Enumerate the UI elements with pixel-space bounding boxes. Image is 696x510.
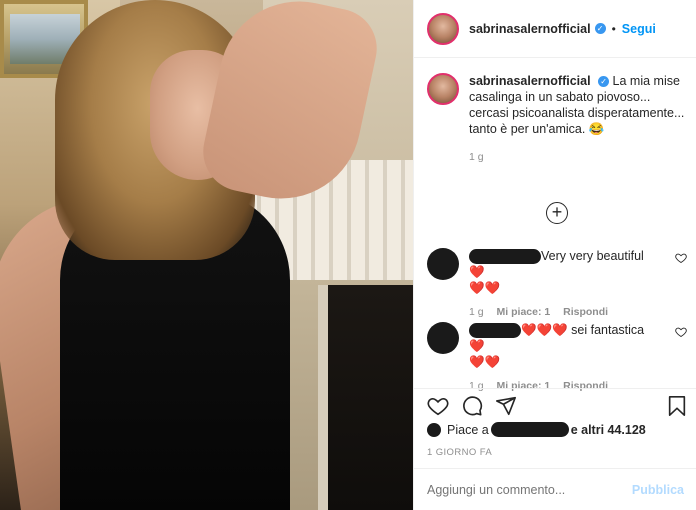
comment-body-line2: ❤️❤️	[469, 355, 501, 370]
redacted-username[interactable]	[469, 249, 541, 265]
comment-avatar[interactable]	[427, 322, 459, 354]
comment-composer: Pubblica	[414, 468, 696, 510]
caption-avatar[interactable]	[427, 73, 459, 105]
comment-input[interactable]	[427, 482, 632, 497]
comment-body-line2: ❤️❤️	[469, 281, 501, 296]
header-separator: •	[611, 21, 616, 36]
plus-circle-icon[interactable]: +	[546, 202, 568, 224]
post-button[interactable]: Pubblica	[632, 483, 684, 497]
comment-avatar[interactable]	[427, 248, 459, 280]
redacted-username[interactable]	[469, 323, 521, 339]
comment-item: Very very beautiful ❤️ ❤️❤️ 1 g Mi piace…	[427, 248, 689, 318]
likes-prefix: Piace a	[447, 422, 489, 437]
likes-summary: Piace a e altri 44.128	[427, 422, 689, 437]
heart-icon[interactable]	[675, 326, 687, 338]
caption-text: sabrinasalernofficial ✓ La mia mise casa…	[469, 73, 689, 137]
avatar[interactable]	[427, 12, 459, 45]
post-panel: sabrinasalernofficial ✓ • Segui sabrinas…	[413, 0, 696, 510]
action-bar	[414, 388, 696, 424]
post-photo[interactable]	[0, 0, 413, 510]
verified-badge-icon: ✓	[594, 23, 606, 34]
heart-icon[interactable]	[427, 395, 449, 417]
username-link[interactable]: sabrinasalernofficial	[469, 22, 591, 36]
share-icon[interactable]	[495, 395, 517, 417]
verified-badge-icon: ✓	[598, 76, 610, 88]
comment-icon[interactable]	[461, 395, 483, 417]
redacted-username[interactable]	[490, 422, 569, 437]
comment-text: Very very beautiful ❤️ ❤️❤️	[469, 248, 659, 296]
liker-avatar[interactable]	[427, 422, 441, 437]
bookmark-icon[interactable]	[666, 395, 688, 417]
comment-hearts: ❤️❤️❤️	[521, 323, 568, 337]
likes-count[interactable]: e altri 44.128	[571, 423, 646, 437]
post-caption: sabrinasalernofficial ✓ La mia mise casa…	[427, 73, 689, 163]
fireplace	[318, 285, 413, 510]
comment-text: ❤️❤️❤️ sei fantastica ❤️ ❤️❤️	[469, 322, 659, 370]
reply-button[interactable]: Rispondi	[563, 306, 608, 318]
comment-time: 1 g	[469, 306, 484, 319]
follow-button[interactable]: Segui	[622, 22, 656, 36]
post-header: sabrinasalernofficial ✓ • Segui	[414, 0, 696, 58]
comment-likes[interactable]: Mi piace: 1	[497, 306, 551, 318]
comment-meta: 1 g Mi piace: 1 Rispondi	[469, 306, 689, 318]
caption-username[interactable]: sabrinasalernofficial	[469, 74, 591, 88]
caption-time: 1 g	[469, 151, 484, 163]
comment-item: ❤️❤️❤️ sei fantastica ❤️ ❤️❤️ 1 g Mi pia…	[427, 322, 689, 392]
heart-icon[interactable]	[675, 252, 687, 264]
post-timestamp[interactable]: 1 GIORNO FA	[427, 447, 492, 458]
